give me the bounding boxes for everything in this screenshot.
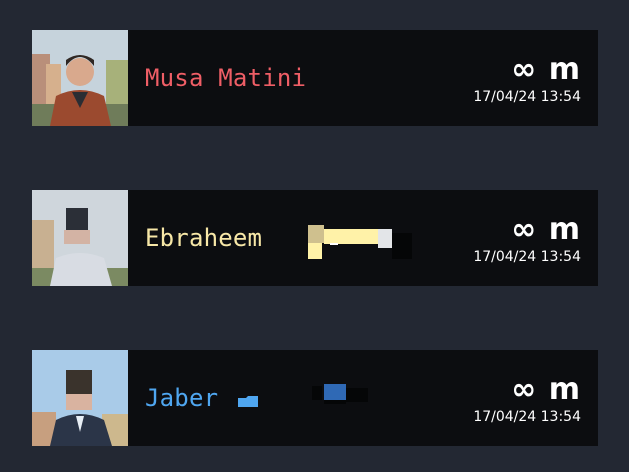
user-card-jaber[interactable]: Jaber ∞ m 17/04/24 13:54 [32, 350, 598, 446]
pixel-decoration [308, 225, 418, 269]
meta: ∞ m 17/04/24 13:54 [473, 52, 581, 106]
avatar [32, 30, 128, 126]
meta: ∞ m 17/04/24 13:54 [473, 372, 581, 426]
pixel-decoration [312, 382, 368, 410]
folder-icon [238, 392, 260, 411]
timestamp: 17/04/24 13:54 [473, 89, 581, 105]
avatar [32, 350, 128, 446]
timestamp: 17/04/24 13:54 [473, 409, 581, 425]
user-card-musa-matini[interactable]: Musa Matini ∞ m 17/04/24 13:54 [32, 30, 598, 126]
avatar [32, 190, 128, 286]
distance-label: ∞ m [511, 372, 581, 407]
user-name: Musa Matini [145, 64, 307, 92]
user-card-ebraheem[interactable]: Ebraheem ∞ m 17/04/24 13:54 [32, 190, 598, 286]
meta: ∞ m 17/04/24 13:54 [473, 212, 581, 266]
distance-label: ∞ m [511, 52, 581, 87]
user-name: Jaber [145, 384, 219, 412]
user-name: Ebraheem [145, 224, 263, 252]
timestamp: 17/04/24 13:54 [473, 249, 581, 265]
distance-label: ∞ m [511, 212, 581, 247]
